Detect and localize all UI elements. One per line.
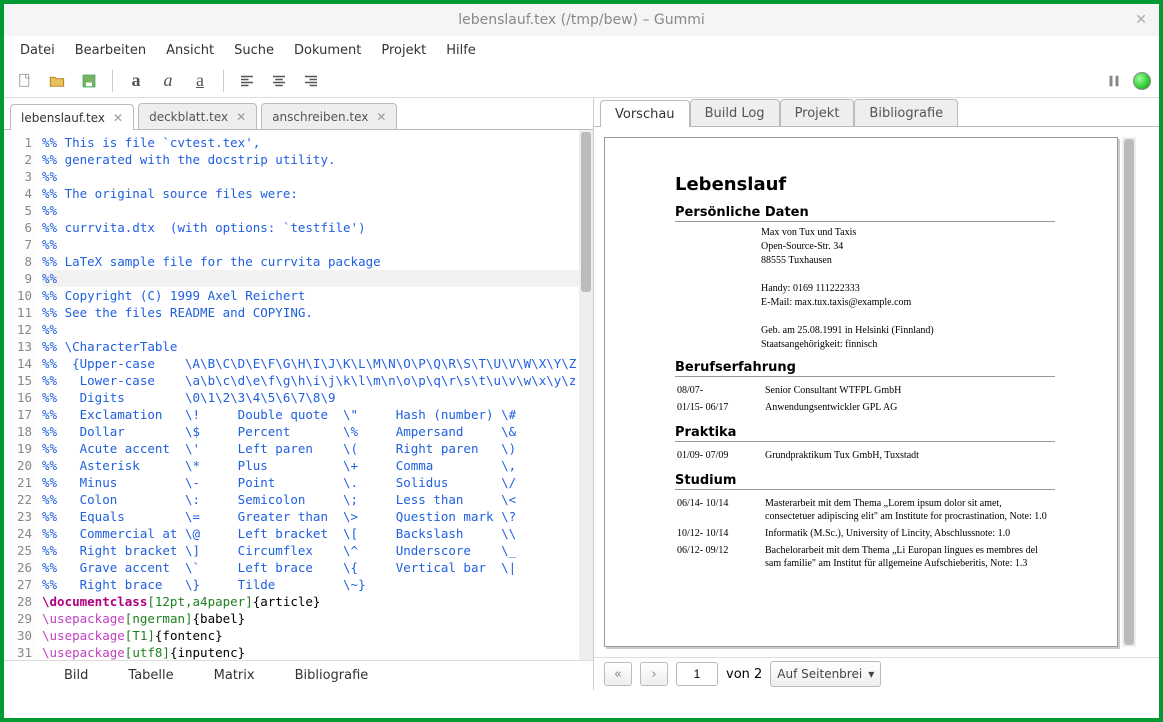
save-file-icon[interactable] [76,68,102,94]
close-icon[interactable]: ✕ [1135,12,1147,28]
pause-icon[interactable] [1101,68,1127,94]
open-file-icon[interactable] [44,68,70,94]
menu-projekt[interactable]: Projekt [373,39,434,62]
cv-section-study: Studium [675,473,1055,490]
menu-ansicht[interactable]: Ansicht [158,39,222,62]
preview-tab[interactable]: Bibliografie [854,99,958,126]
toolbar: a a a [4,64,1159,98]
status-light-icon [1133,72,1151,90]
code-editor[interactable]: 1234567891011121314151617181920212223242… [4,130,593,660]
close-tab-icon[interactable]: ✕ [236,110,246,124]
cv-study-table: 06/14- 10/14Masterarbeit mit dem Thema „… [675,494,1055,573]
page-of-label: von 2 [726,667,762,682]
preview-tab[interactable]: Build Log [690,99,780,126]
line-gutter: 1234567891011121314151617181920212223242… [4,130,36,660]
cv-section-intern: Praktika [675,425,1055,442]
separator [223,70,224,92]
preview-scrollbar[interactable] [1122,137,1136,647]
align-center-icon[interactable] [266,68,292,94]
close-tab-icon[interactable]: ✕ [113,111,123,125]
insert-bibliografie[interactable]: Bibliografie [275,668,389,683]
bold-icon[interactable]: a [123,68,149,94]
menu-datei[interactable]: Datei [12,39,63,62]
close-tab-icon[interactable]: ✕ [376,110,386,124]
window-title: lebenslauf.tex (/tmp/bew) – Gummi [458,12,705,28]
preview-tab[interactable]: Projekt [780,99,855,126]
cv-intern-table: 01/09- 07/09Grundpraktikum Tux GmbH, Tux… [675,446,921,465]
align-left-icon[interactable] [234,68,260,94]
editor-tab[interactable]: lebenslauf.tex✕ [10,104,134,130]
cv-work-table: 08/07-Senior Consultant WTFPL GmbH01/15-… [675,381,903,417]
preview-nav: « › von 2 Auf Seitenbrei ▾ [594,657,1159,690]
prev-page-icon[interactable]: › [640,662,668,686]
editor-scrollbar[interactable] [579,130,593,660]
cv-section-work: Berufserfahrung [675,360,1055,377]
menubar: DateiBearbeitenAnsichtSucheDokumentProje… [4,36,1159,64]
insert-bild[interactable]: Bild [44,668,108,683]
page-number-input[interactable] [676,662,718,686]
editor-tab[interactable]: anschreiben.tex✕ [261,103,397,129]
cv-personal-data: Max von Tux und TaxisOpen-Source-Str. 34… [761,226,1055,352]
preview-tabs: VorschauBuild LogProjektBibliografie [594,98,1159,127]
new-file-icon[interactable] [12,68,38,94]
cv-title: Lebenslauf [675,174,1055,195]
menu-bearbeiten[interactable]: Bearbeiten [67,39,154,62]
zoom-select[interactable]: Auf Seitenbrei ▾ [770,661,881,687]
first-page-icon[interactable]: « [604,662,632,686]
italic-icon[interactable]: a [155,68,181,94]
chevron-down-icon: ▾ [868,667,874,681]
align-right-icon[interactable] [298,68,324,94]
separator [112,70,113,92]
underline-icon[interactable]: a [187,68,213,94]
titlebar: lebenslauf.tex (/tmp/bew) – Gummi ✕ [4,4,1159,36]
code-area[interactable]: %% This is file `cvtest.tex',%% generate… [36,130,593,660]
insert-tabelle[interactable]: Tabelle [108,668,193,683]
insert-matrix[interactable]: Matrix [194,668,275,683]
menu-hilfe[interactable]: Hilfe [438,39,484,62]
preview-page: Lebenslauf Persönliche Daten Max von Tux… [604,137,1118,647]
bottom-toolbar: BildTabelleMatrixBibliografie [4,660,593,690]
cv-section-personal: Persönliche Daten [675,205,1055,222]
editor-tab[interactable]: deckblatt.tex✕ [138,103,257,129]
preview-area: Lebenslauf Persönliche Daten Max von Tux… [594,127,1159,657]
editor-tabs: lebenslauf.tex✕deckblatt.tex✕anschreiben… [4,98,593,130]
menu-dokument[interactable]: Dokument [286,39,369,62]
menu-suche[interactable]: Suche [226,39,282,62]
preview-tab[interactable]: Vorschau [600,100,690,127]
